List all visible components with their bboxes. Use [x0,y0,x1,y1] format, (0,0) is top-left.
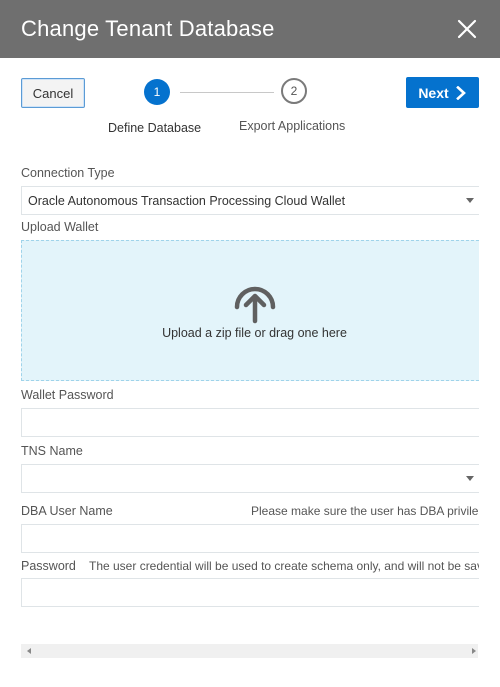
next-button[interactable]: Next [406,77,479,108]
step-1-number: 1 [153,85,161,99]
step-1-indicator[interactable]: 1 [144,79,170,105]
dialog-title: Change Tenant Database [21,16,275,41]
connection-type-value: Oracle Autonomous Transaction Processing… [28,193,346,208]
step-2-indicator[interactable]: 2 [281,78,307,104]
chevron-down-icon [466,198,474,203]
dba-user-hint: Please make sure the user has DBA privil… [251,504,479,518]
tns-name-label: TNS Name [21,444,83,458]
upload-wallet-label: Upload Wallet [21,220,99,234]
scroll-left-icon[interactable] [27,648,31,654]
connection-type-label: Connection Type [21,166,115,180]
connection-type-select[interactable]: Oracle Autonomous Transaction Processing… [21,186,479,215]
dba-user-name-label: DBA User Name [21,504,113,518]
horizontal-scrollbar[interactable] [21,644,478,658]
wallet-dropzone[interactable]: Upload a zip file or drag one here [21,240,479,381]
tns-name-select[interactable] [21,464,479,493]
dialog-titlebar: Change Tenant Database [0,0,500,58]
password-field[interactable] [21,578,479,607]
wallet-password-label: Wallet Password [21,388,114,402]
password-label: Password [21,559,76,573]
chevron-right-icon [455,85,466,100]
wallet-password-field[interactable] [21,408,479,437]
scroll-right-icon[interactable] [472,648,476,654]
next-button-label: Next [418,84,449,101]
step-2-label: Export Applications [239,119,346,133]
dropzone-text: Upload a zip file or drag one here [162,326,347,340]
cancel-button[interactable]: Cancel [21,78,85,108]
step-1-label: Define Database [108,121,202,135]
close-icon[interactable] [452,14,482,44]
password-hint: The user credential will be used to crea… [89,559,479,573]
chevron-down-icon [466,476,474,481]
step-2-number: 2 [290,84,298,98]
dba-user-name-field[interactable] [21,524,479,553]
upload-arrow-icon [234,286,276,324]
step-connector [180,92,274,93]
